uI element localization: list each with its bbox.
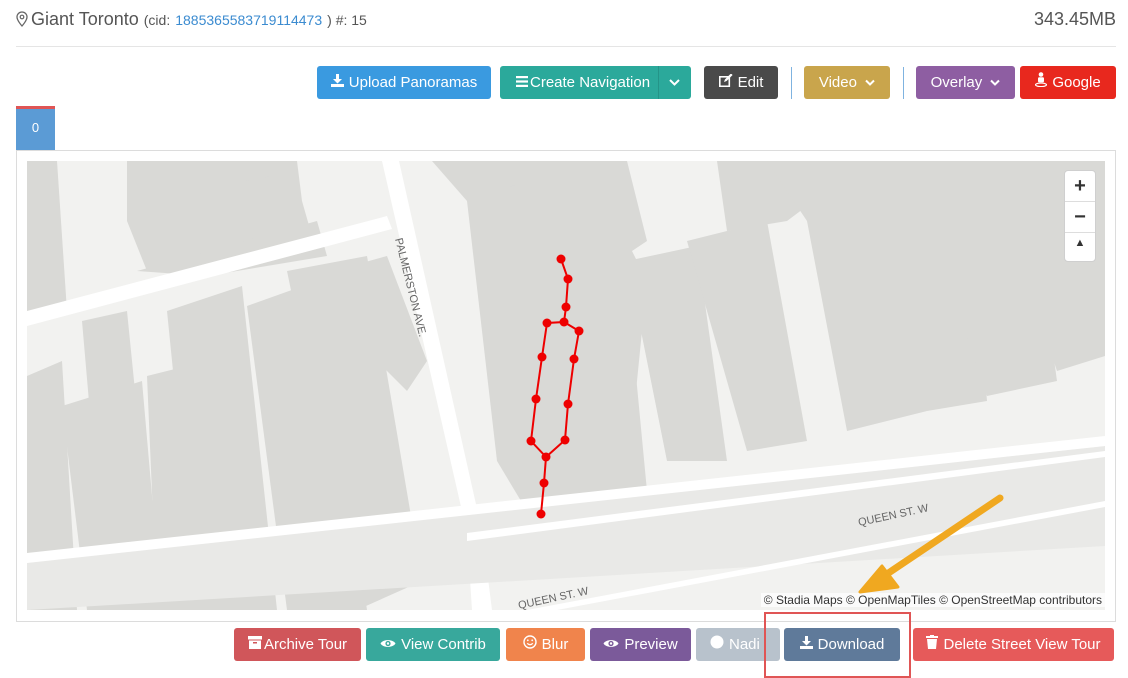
cid-prefix: (cid: (143, 12, 171, 28)
blur-label: Blur (541, 636, 569, 653)
street-view-icon (1035, 66, 1048, 99)
google-button[interactable]: Google (1020, 66, 1116, 99)
chevron-down-icon (990, 74, 1001, 91)
nadir-label: Nadi (729, 636, 760, 653)
highlight-box (764, 612, 911, 678)
list-icon (516, 66, 528, 99)
edit-icon (718, 66, 733, 99)
archive-icon (247, 628, 262, 661)
preview-label: Preview (624, 636, 678, 653)
archive-tour-button[interactable]: Archive Tour (234, 628, 361, 661)
video-label: Video (818, 74, 857, 91)
view-contrib-button[interactable]: View Contrib (366, 628, 500, 661)
circle-icon (710, 628, 724, 661)
blur-button[interactable]: Blur (506, 628, 585, 661)
chevron-down-icon (669, 66, 680, 111)
overlay-button[interactable]: Overlay (916, 66, 1015, 99)
create-navigation-button[interactable]: Create Navigation (500, 66, 691, 99)
eye-icon (380, 628, 396, 661)
tab-0[interactable]: 0 (16, 106, 55, 150)
upload-panoramas-button[interactable]: Upload Panoramas (317, 66, 491, 99)
delete-street-view-tour-label: Delete Street View Tour (943, 636, 1101, 653)
compass-icon: ▲ (1074, 237, 1086, 249)
delete-street-view-tour-button[interactable]: Delete Street View Tour (913, 628, 1114, 661)
chevron-down-icon (865, 74, 875, 91)
cid-suffix: ) #: 15 (327, 12, 367, 28)
edit-label: Edit (737, 74, 764, 91)
trash-icon (926, 628, 939, 661)
archive-tour-label: Archive Tour (263, 636, 348, 653)
zoom-out-button[interactable]: − (1065, 202, 1095, 233)
create-navigation-label: Create Navigation (530, 74, 651, 91)
create-navigation-dropdown-toggle[interactable] (658, 66, 691, 99)
reset-bearing-button[interactable]: ▲ (1065, 233, 1095, 263)
upload-panoramas-label: Upload Panoramas (348, 74, 478, 91)
download-icon (330, 66, 344, 99)
map-pin-icon (16, 11, 28, 32)
annotation-arrow-icon (858, 494, 1004, 594)
page-header: Giant Toronto (cid: 1885365583719114473 … (16, 0, 1116, 47)
tour-size: 343.45MB (1033, 9, 1116, 29)
video-button[interactable]: Video (804, 66, 890, 99)
view-contrib-label: View Contrib (401, 636, 486, 653)
eye-icon (603, 628, 619, 661)
cid-link[interactable]: 1885365583719114473 (175, 12, 322, 28)
smile-icon (522, 628, 537, 661)
tour-title: Giant Toronto (31, 9, 139, 29)
edit-button[interactable]: Edit (704, 66, 778, 99)
overlay-label: Overlay (930, 74, 983, 91)
toolbar-divider (903, 67, 904, 99)
zoom-control: + − ▲ (1064, 170, 1096, 262)
zoom-in-button[interactable]: + (1065, 171, 1095, 202)
google-label: Google (1052, 74, 1101, 91)
preview-button[interactable]: Preview (590, 628, 691, 661)
tour-title-row: Giant Toronto (cid: 1885365583719114473 … (16, 9, 367, 32)
toolbar-divider (791, 67, 792, 99)
